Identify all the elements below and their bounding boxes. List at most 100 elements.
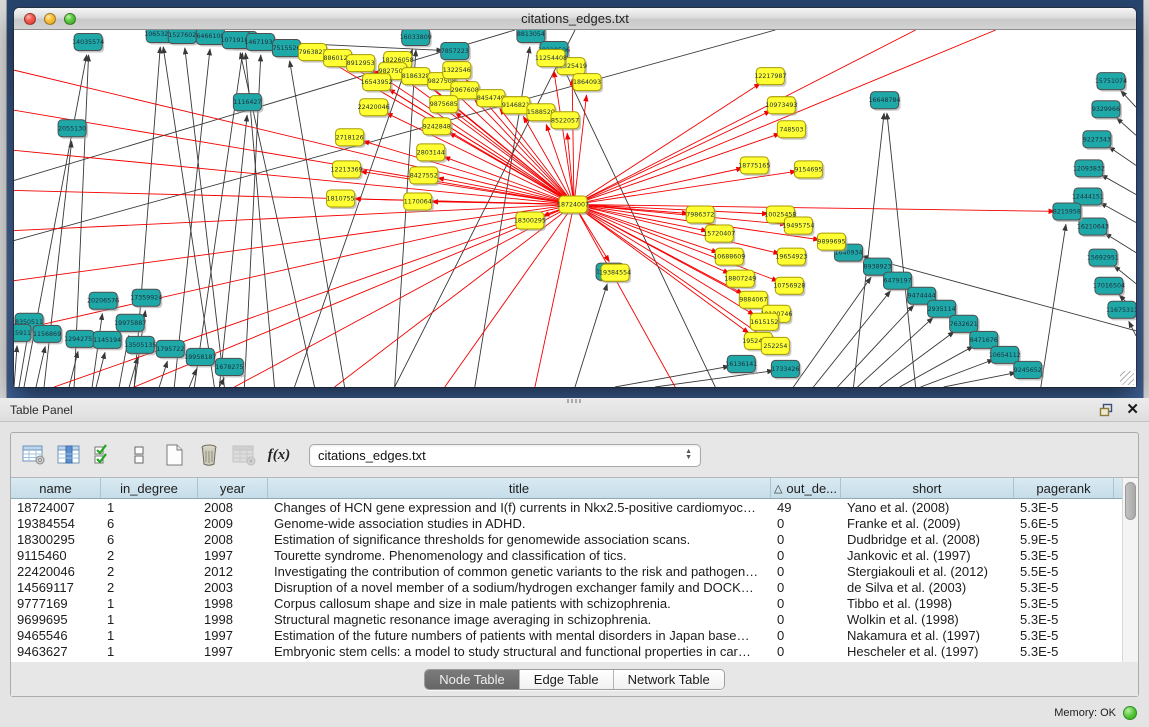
column-header-short[interactable]: short [841, 478, 1014, 498]
graph-node[interactable]: 9899695 [817, 233, 847, 252]
graph-node[interactable]: 7857223 [441, 43, 471, 62]
new-column-icon[interactable] [161, 442, 187, 468]
table-row[interactable]: 1830029562008Estimation of significance … [11, 531, 1122, 547]
graph-node[interactable]: 8427552 [410, 167, 440, 186]
graph-node[interactable]: 13505135 [124, 336, 156, 355]
graph-node[interactable]: 18300295 [514, 212, 546, 231]
graph-node[interactable]: 1156869 [33, 325, 63, 344]
graph-node[interactable]: 1864093 [573, 74, 603, 93]
graph-node[interactable]: 9242848 [423, 118, 453, 137]
column-header-out_de[interactable]: △out_de... [771, 478, 841, 498]
graph-node[interactable]: 19958187 [184, 348, 216, 367]
graph-node[interactable]: 16033809 [400, 30, 432, 48]
tab-node-table[interactable]: Node Table [425, 670, 520, 689]
graph-node[interactable]: 10688609 [713, 248, 745, 267]
minimize-window-button[interactable] [44, 13, 56, 25]
graph-node[interactable]: 10756928 [773, 277, 805, 296]
network-canvas[interactable]: 1403557420691406106532871527602646610010… [14, 30, 1136, 387]
graph-node[interactable]: 15692951 [1087, 249, 1119, 268]
delete-column-icon[interactable] [196, 442, 222, 468]
graph-node[interactable]: 9245652 [1014, 361, 1044, 380]
graph-node[interactable]: 18807249 [724, 270, 756, 289]
column-header-year[interactable]: year [198, 478, 268, 498]
graph-node[interactable]: 2055130 [58, 120, 88, 139]
graph-node[interactable]: 10973493 [765, 97, 797, 116]
column-header-in_degree[interactable]: in_degree [101, 478, 198, 498]
graph-node[interactable]: 11675311 [1106, 301, 1136, 320]
close-panel-icon[interactable]: ✕ [1126, 402, 1139, 417]
graph-node[interactable]: 19495754 [782, 217, 814, 236]
column-header-name[interactable]: name [11, 478, 101, 498]
graph-node[interactable]: 19384554 [599, 264, 631, 283]
zoom-window-button[interactable] [64, 13, 76, 25]
graph-node[interactable]: 20206576 [87, 292, 119, 311]
graph-node[interactable]: 16136141 [725, 355, 757, 374]
table-selector-dropdown[interactable]: citations_edges.txt▲▼ [309, 444, 701, 467]
graph-node[interactable]: 18724007 [557, 196, 589, 215]
select-columns-icon[interactable] [91, 442, 117, 468]
graph-node[interactable]: 9875685 [430, 96, 460, 115]
window-titlebar[interactable]: citations_edges.txt [14, 8, 1136, 30]
column-chooser-icon[interactable] [56, 442, 82, 468]
graph-node[interactable]: 252254 [761, 337, 791, 356]
graph-node[interactable]: 8522057 [551, 112, 581, 131]
graph-node[interactable]: 1322546 [443, 62, 473, 81]
graph-node[interactable]: 9329966 [1092, 101, 1122, 120]
graph-node[interactable]: 17359924 [130, 289, 162, 308]
graph-node[interactable]: 17016504 [1093, 277, 1125, 296]
graph-node[interactable]: 22420046 [358, 99, 390, 118]
column-header-pagerank[interactable]: pagerank [1014, 478, 1114, 498]
graph-node[interactable]: 16648784 [869, 92, 901, 111]
graph-node[interactable]: 1678275 [215, 358, 245, 377]
table-row[interactable]: 911546021997Tourette syndrome. Phenomeno… [11, 547, 1122, 563]
panel-divider-grip[interactable] [567, 399, 583, 403]
column-header-title[interactable]: title [268, 478, 771, 498]
graph-node[interactable]: 1615152 [750, 313, 780, 332]
graph-node[interactable]: 7986372 [686, 206, 716, 225]
graph-node[interactable]: 2803144 [417, 144, 447, 163]
graph-node[interactable]: 19654923 [775, 248, 807, 267]
close-window-button[interactable] [24, 13, 36, 25]
graph-node[interactable]: 19975887 [114, 314, 146, 333]
graph-node[interactable]: 12093832 [1073, 160, 1105, 179]
graph-node[interactable]: 1145194 [93, 331, 123, 350]
table-settings-icon[interactable] [21, 442, 47, 468]
vertical-scrollbar[interactable] [1122, 478, 1138, 662]
graph-node[interactable]: 2718126 [336, 129, 366, 148]
graph-node[interactable]: 15720407 [703, 225, 735, 244]
graph-node[interactable]: 8912953 [347, 55, 377, 74]
graph-node[interactable]: 12942757 [64, 330, 96, 349]
table-row[interactable]: 1872400712008Changes of HCN gene express… [11, 499, 1122, 515]
graph-node[interactable]: 1810755 [327, 190, 357, 209]
graph-node[interactable]: 748503 [777, 121, 807, 140]
graph-node[interactable]: 16543952 [361, 74, 393, 93]
graph-node[interactable]: 15751074 [1095, 73, 1127, 92]
tab-network-table[interactable]: Network Table [614, 670, 724, 689]
table-row[interactable]: 1456911722003Disruption of a novel membe… [11, 579, 1122, 595]
graph-node[interactable]: 8215958 [1053, 203, 1083, 222]
graph-node[interactable]: 3915911 [14, 324, 33, 343]
graph-node[interactable]: 14035574 [72, 34, 104, 53]
table-row[interactable]: 2242004622012Investigating the contribut… [11, 563, 1122, 579]
tab-edge-table[interactable]: Edge Table [520, 670, 614, 689]
table-row[interactable]: 977716911998Corpus callosum shape and si… [11, 595, 1122, 611]
graph-node[interactable]: 1733426 [771, 360, 801, 379]
window-resize-grip[interactable] [1120, 371, 1134, 385]
graph-node[interactable]: 1527602 [168, 30, 198, 46]
graph-node[interactable]: 9227343 [1083, 131, 1113, 150]
table-row[interactable]: 1938455462009Genome-wide association stu… [11, 515, 1122, 531]
delete-table-disabled-icon[interactable] [231, 442, 257, 468]
table-row[interactable]: 946362711997Embryonic stem cells: a mode… [11, 643, 1122, 659]
graph-node[interactable]: 12217987 [754, 68, 786, 87]
row-options-icon[interactable] [126, 442, 152, 468]
table-row[interactable]: 946554611997Estimation of the future num… [11, 627, 1122, 643]
function-builder-icon[interactable]: f(x) [266, 442, 292, 468]
graph-node[interactable]: 12213369 [331, 161, 363, 180]
graph-node[interactable]: 9154695 [794, 161, 824, 180]
graph-node[interactable]: 1116427 [233, 94, 263, 113]
float-panel-icon[interactable] [1099, 403, 1114, 417]
scrollbar-thumb[interactable] [1125, 482, 1136, 520]
graph-node[interactable]: 18775165 [738, 157, 770, 176]
table-row[interactable]: 969969511998Structural magnetic resonanc… [11, 611, 1122, 627]
graph-node[interactable]: 1795722 [156, 340, 186, 359]
